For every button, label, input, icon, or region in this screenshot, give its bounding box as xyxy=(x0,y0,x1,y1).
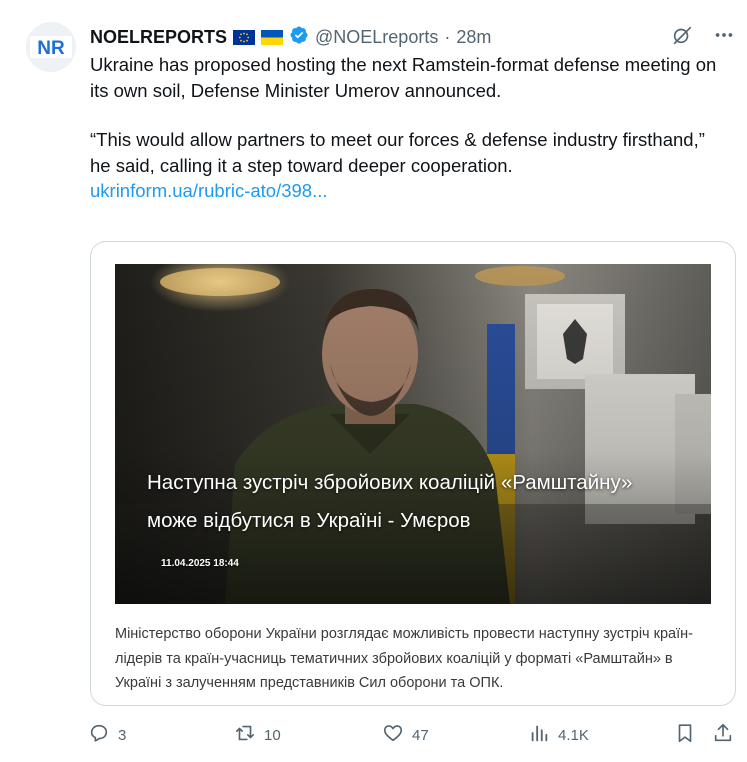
card-headline-line-1: Наступна зустріч збройових коаліцій «Рам… xyxy=(147,471,633,494)
views-count: 4.1K xyxy=(558,726,589,744)
like-count: 47 xyxy=(412,726,429,744)
like-button[interactable]: 47 xyxy=(382,720,429,750)
tweet-link[interactable]: ukrinform.ua/rubric-ato/398... xyxy=(90,178,730,204)
author-handle[interactable]: @NOELreports xyxy=(315,27,438,48)
card-headline: Наступна зустріч збройових коаліцій «Рам… xyxy=(147,464,707,540)
tweet-paragraph-1: Ukraine has proposed hosting the next Ra… xyxy=(90,54,717,101)
tweet-action-bar: 3 10 47 4.1K xyxy=(0,720,747,750)
eu-flag-icon xyxy=(233,29,256,45)
views-chart-icon xyxy=(528,722,550,748)
reply-button[interactable]: 3 xyxy=(88,720,126,750)
reply-icon xyxy=(88,722,110,748)
bookmark-button[interactable] xyxy=(674,720,696,750)
avatar[interactable]: NR xyxy=(26,22,76,72)
timestamp[interactable]: 28m xyxy=(456,27,491,48)
bookmark-icon xyxy=(674,722,696,748)
share-icon xyxy=(712,722,734,748)
tweet-body: Ukraine has proposed hosting the next Ra… xyxy=(90,52,730,204)
repost-count: 10 xyxy=(264,726,281,744)
tweet-paragraph-2: “This would allow partners to meet our f… xyxy=(90,129,705,176)
card-image[interactable]: Наступна зустріч збройових коаліцій «Рам… xyxy=(115,264,711,604)
more-options-icon[interactable] xyxy=(713,24,735,51)
grok-icon[interactable] xyxy=(671,24,693,51)
avatar-text: NR xyxy=(37,38,65,59)
repost-button[interactable]: 10 xyxy=(234,720,281,750)
author-name[interactable]: NOELREPORTS xyxy=(90,27,227,48)
tweet-header: NOELREPORTS @NOELreports · 28m xyxy=(90,24,491,50)
card-headline-line-2: може відбутися в Україні - Умєров xyxy=(147,509,471,532)
card-photo xyxy=(115,264,711,604)
verified-badge-icon xyxy=(289,25,309,50)
separator-dot: · xyxy=(444,26,451,47)
card-image-date: 11.04.2025 18:44 xyxy=(161,558,239,569)
card-description: Міністерство оборони України розглядає м… xyxy=(115,626,693,691)
heart-icon xyxy=(382,722,404,748)
reply-count: 3 xyxy=(118,726,127,744)
views-button[interactable]: 4.1K xyxy=(528,720,589,750)
share-button[interactable] xyxy=(712,720,734,750)
ukraine-flag-icon xyxy=(261,29,284,45)
repost-icon xyxy=(234,722,256,748)
noelreports-logo: NR xyxy=(26,22,76,72)
link-preview-card[interactable]: Наступна зустріч збройових коаліцій «Рам… xyxy=(90,241,736,706)
top-actions xyxy=(671,24,735,51)
